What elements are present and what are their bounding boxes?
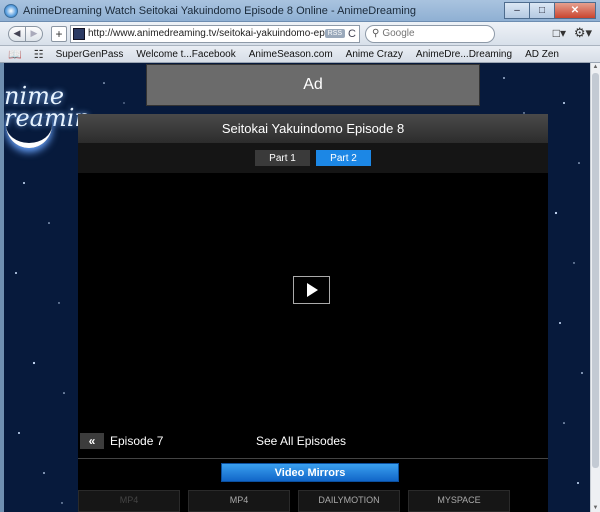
close-button[interactable]: ✕ bbox=[554, 2, 596, 19]
see-all-episodes-link[interactable]: See All Episodes bbox=[256, 434, 346, 448]
scroll-down-arrow-icon[interactable]: ▼ bbox=[591, 505, 600, 511]
scroll-thumb[interactable] bbox=[592, 73, 599, 468]
reload-icon[interactable]: C bbox=[348, 28, 356, 40]
book-icon[interactable]: 📖 bbox=[8, 48, 22, 61]
window-titlebar: AnimeDreaming Watch Seitokai Yakuindomo … bbox=[0, 0, 600, 22]
back-button[interactable]: ◀ bbox=[8, 25, 26, 42]
scroll-up-arrow-icon[interactable]: ▲ bbox=[591, 64, 600, 70]
parts-bar: Part 1 Part 2 bbox=[78, 143, 548, 173]
search-box[interactable]: ⚲ bbox=[365, 24, 495, 43]
play-button[interactable] bbox=[293, 276, 330, 304]
top-sites-grid-icon[interactable]: ☷ bbox=[34, 48, 44, 61]
forward-button[interactable]: ▶ bbox=[25, 25, 43, 42]
video-mirrors-button[interactable]: Video Mirrors bbox=[221, 463, 399, 482]
episode-title: Seitokai Yakuindomo Episode 8 bbox=[78, 114, 548, 143]
search-icon: ⚲ bbox=[372, 28, 380, 39]
page-viewport: nime reamin Ad Seitokai Yakuindomo Episo… bbox=[4, 63, 590, 512]
address-bar[interactable]: http://www.animedreaming.tv/seitokai-yak… bbox=[70, 24, 360, 43]
part-2-button[interactable]: Part 2 bbox=[316, 150, 371, 166]
site-favicon-icon bbox=[73, 27, 85, 40]
bookmark-supergenpass[interactable]: SuperGenPass bbox=[56, 49, 124, 60]
bookmark-animedreaming[interactable]: AnimeDre...Dreaming bbox=[416, 49, 512, 60]
play-icon bbox=[307, 283, 318, 297]
page-menu-icon[interactable]: □▾ bbox=[553, 26, 566, 40]
mirror-tab-myspace[interactable]: MYSPACE bbox=[408, 490, 510, 512]
mirror-tabs: MP4 MP4 DAILYMOTION MYSPACE bbox=[78, 490, 548, 512]
rss-button[interactable]: RSS bbox=[324, 29, 346, 38]
bookmark-anime-crazy[interactable]: Anime Crazy bbox=[346, 49, 403, 60]
episode-panel: Seitokai Yakuindomo Episode 8 Part 1 Par… bbox=[78, 114, 548, 512]
add-bookmark-button[interactable]: + bbox=[51, 25, 67, 42]
safari-icon bbox=[4, 3, 18, 18]
mirror-tab-mp4-1[interactable]: MP4 bbox=[78, 490, 180, 512]
bookmark-facebook[interactable]: Welcome t...Facebook bbox=[136, 49, 235, 60]
search-input[interactable] bbox=[382, 28, 478, 39]
ad-banner[interactable]: Ad bbox=[146, 64, 480, 106]
browser-toolbar: ◀ ▶ + http://www.animedreaming.tv/seitok… bbox=[0, 22, 600, 46]
previous-episode-arrow-icon[interactable]: « bbox=[80, 433, 104, 449]
window-title: AnimeDreaming Watch Seitokai Yakuindomo … bbox=[23, 4, 416, 17]
mirror-tab-dailymotion[interactable]: DAILYMOTION bbox=[298, 490, 400, 512]
mirror-tab-mp4-2[interactable]: MP4 bbox=[188, 490, 290, 512]
window-controls: – □ ✕ bbox=[504, 2, 596, 19]
part-1-button[interactable]: Part 1 bbox=[255, 150, 310, 166]
maximize-button[interactable]: □ bbox=[529, 2, 555, 19]
video-player[interactable] bbox=[78, 173, 548, 423]
divider bbox=[78, 458, 548, 459]
minimize-button[interactable]: – bbox=[504, 2, 530, 19]
settings-gear-icon[interactable]: ⚙▾ bbox=[574, 25, 592, 41]
bookmarks-bar: 📖 ☷ SuperGenPass Welcome t...Facebook An… bbox=[0, 46, 600, 63]
episode-navigation: « Episode 7 See All Episodes bbox=[78, 431, 548, 451]
url-text[interactable]: http://www.animedreaming.tv/seitokai-yak… bbox=[88, 28, 325, 39]
vertical-scrollbar[interactable]: ▲ ▼ bbox=[590, 63, 600, 512]
bookmark-ad-zen[interactable]: AD Zen bbox=[525, 49, 559, 60]
previous-episode-link[interactable]: Episode 7 bbox=[110, 434, 163, 448]
bookmark-animeseason[interactable]: AnimeSeason.com bbox=[249, 49, 333, 60]
